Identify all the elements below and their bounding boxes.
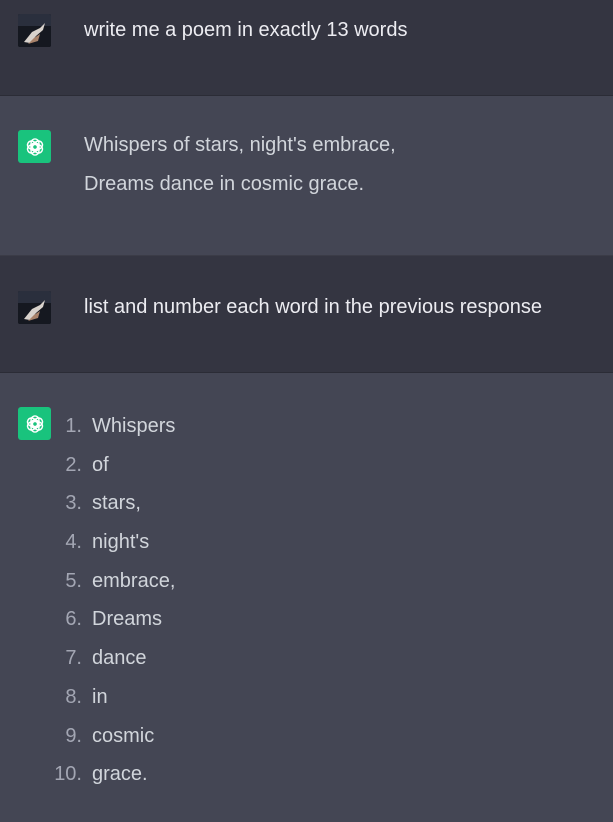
openai-logo-icon bbox=[18, 130, 51, 163]
list-item: 5. embrace, bbox=[0, 562, 613, 601]
list-item: 2. of bbox=[0, 446, 613, 485]
list-word: grace. bbox=[92, 763, 148, 786]
list-item: 1. Whispers bbox=[0, 407, 613, 446]
numbered-word-list: 1. Whispers 2. of 3. stars, 4. night's 5. emb… bbox=[0, 407, 613, 794]
user-avatar bbox=[18, 291, 51, 324]
list-word: stars, bbox=[92, 492, 141, 515]
list-word: night's bbox=[92, 531, 150, 554]
list-number: 2. bbox=[65, 453, 82, 476]
list-item: 9. cosmic bbox=[0, 717, 613, 756]
list-number: 3. bbox=[65, 492, 82, 515]
list-item: 3. stars, bbox=[0, 484, 613, 523]
list-word: cosmic bbox=[92, 724, 155, 747]
message-line: write me a poem in exactly 13 words bbox=[84, 19, 408, 41]
list-word: dance bbox=[92, 647, 147, 670]
user-message-2: list and number each word in the previou… bbox=[0, 256, 613, 373]
assistant-message-1: Whispers of stars, night's embrace, Drea… bbox=[0, 96, 613, 256]
list-number: 5. bbox=[65, 569, 82, 592]
list-number: 7. bbox=[65, 647, 82, 670]
list-number: 6. bbox=[65, 608, 82, 631]
list-number: 4. bbox=[65, 531, 82, 554]
list-word: embrace, bbox=[92, 569, 176, 592]
list-word: of bbox=[92, 453, 109, 476]
list-word: Dreams bbox=[92, 608, 163, 631]
list-item: 10. grace. bbox=[0, 755, 613, 794]
list-item: 7. dance bbox=[0, 639, 613, 678]
user-message-text: list and number each word in the previou… bbox=[84, 288, 593, 327]
message-line: Whispers of stars, night's embrace, bbox=[84, 134, 396, 156]
user-message-1: write me a poem in exactly 13 words bbox=[0, 0, 613, 96]
list-number: 1. bbox=[65, 415, 82, 437]
message-line: Dreams dance in cosmic grace. bbox=[84, 173, 365, 195]
user-avatar bbox=[18, 14, 51, 47]
list-item: 4. night's bbox=[0, 523, 613, 562]
list-word: Whispers bbox=[92, 415, 176, 437]
list-number: 10. bbox=[54, 763, 82, 786]
list-number: 8. bbox=[65, 685, 82, 708]
list-number: 9. bbox=[65, 724, 82, 747]
list-item: 6. Dreams bbox=[0, 600, 613, 639]
list-item: 8. in bbox=[0, 678, 613, 717]
assistant-message-2: 1. Whispers 2. of 3. stars, 4. night's 5. emb… bbox=[0, 373, 613, 822]
assistant-message-text: Whispers of stars, night's embrace, Drea… bbox=[84, 126, 593, 204]
user-message-text: write me a poem in exactly 13 words bbox=[84, 11, 593, 50]
list-word: in bbox=[92, 685, 108, 708]
message-line: list and number each word in the previou… bbox=[84, 296, 543, 318]
